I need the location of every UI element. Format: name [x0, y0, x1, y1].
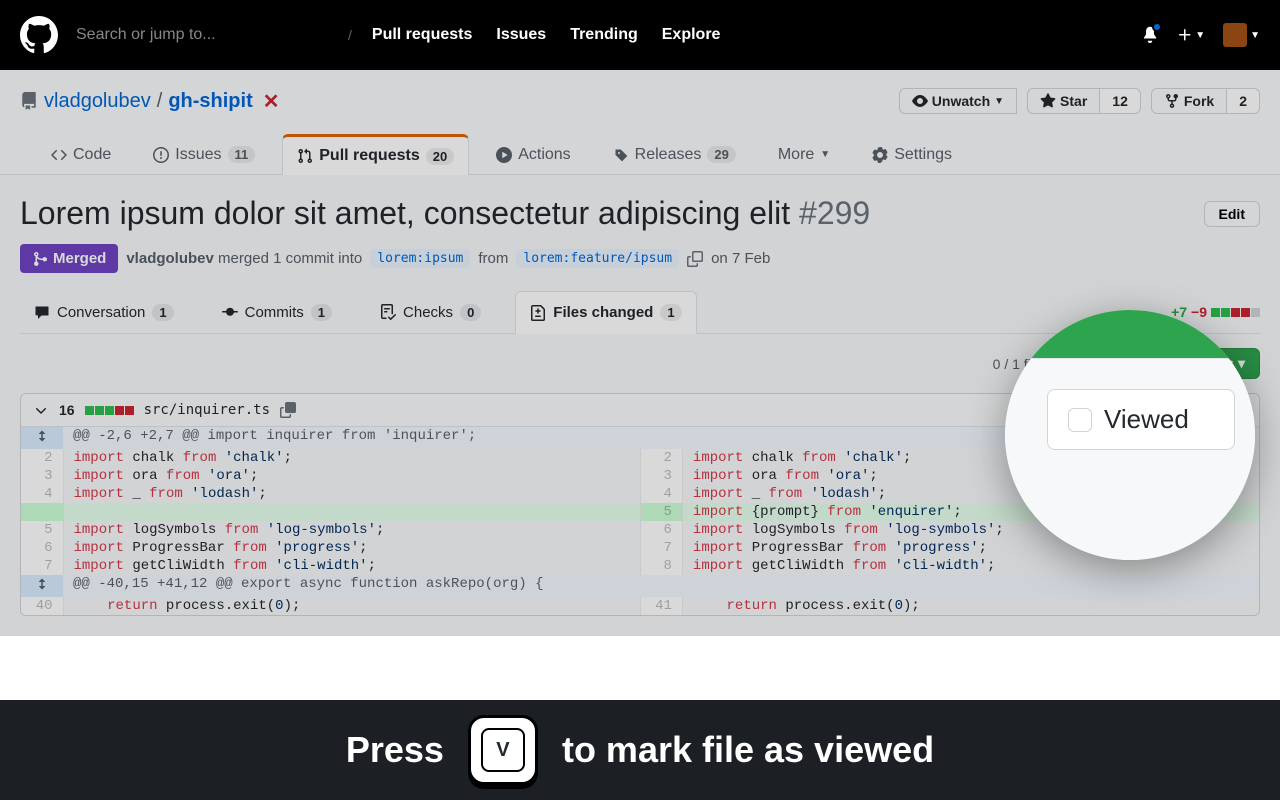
chevron-down-icon[interactable] [33, 402, 49, 418]
tab-releases[interactable]: Releases29 [598, 134, 751, 174]
repo-icon [20, 92, 38, 110]
tab-pull-requests[interactable]: Pull requests20 [282, 134, 469, 175]
repo-owner-link[interactable]: vladgolubev [44, 90, 151, 113]
user-menu[interactable]: ▼ [1223, 23, 1260, 47]
viewed-checkbox[interactable] [1068, 408, 1092, 432]
star-icon [1040, 93, 1056, 109]
head-branch[interactable]: lorem:feature/ipsum [516, 249, 679, 268]
copy-icon[interactable] [687, 251, 703, 267]
notifications-button[interactable] [1141, 25, 1159, 46]
notification-dot-icon [1152, 22, 1162, 32]
nav-links: Pull requests Issues Trending Explore [372, 26, 721, 44]
file-line-count: 16 [59, 402, 75, 418]
search-slash-hint: / [348, 27, 352, 43]
pr-tab-commits[interactable]: Commits1 [208, 291, 346, 333]
pr-author[interactable]: vladgolubev [126, 250, 214, 267]
expand-icon[interactable] [34, 578, 50, 594]
pr-tab-conversation[interactable]: Conversation1 [20, 291, 188, 333]
commit-icon [222, 304, 238, 320]
fork-icon [1164, 93, 1180, 109]
fork-count[interactable]: 2 [1227, 88, 1260, 114]
expand-icon[interactable] [34, 430, 50, 446]
tab-code[interactable]: Code [36, 134, 126, 174]
magnifier-callout: Viewed [1005, 310, 1255, 560]
nav-issues[interactable]: Issues [496, 26, 546, 44]
keycap-v: V [468, 715, 538, 785]
pr-tab-files[interactable]: Files changed1 [515, 291, 696, 334]
base-branch[interactable]: lorem:ipsum [370, 249, 470, 268]
pull-request-icon [297, 148, 313, 164]
code-icon [51, 147, 67, 163]
viewed-checkbox-panel[interactable]: Viewed [1047, 389, 1235, 450]
avatar [1223, 23, 1247, 47]
merged-badge: Merged [20, 244, 118, 273]
comment-icon [34, 304, 50, 320]
eye-icon [912, 93, 928, 109]
repo-header: vladgolubev / gh-shipit ✕ Unwatch ▼ Star [0, 70, 1280, 175]
tab-more[interactable]: More▼ [763, 134, 845, 174]
global-header: / Pull requests Issues Trending Explore … [0, 0, 1280, 70]
pr-title: Lorem ipsum dolor sit amet, consectetur … [20, 195, 870, 232]
tag-icon [613, 147, 629, 163]
nav-explore[interactable]: Explore [662, 26, 721, 44]
issue-icon [153, 147, 169, 163]
repo-name-link[interactable]: gh-shipit [168, 90, 252, 113]
instruction-banner: Press V to mark file as viewed [0, 700, 1280, 800]
play-icon [496, 147, 512, 163]
merge-icon [32, 251, 48, 267]
fork-button[interactable]: Fork [1151, 88, 1227, 114]
search-input[interactable] [68, 21, 328, 49]
star-button[interactable]: Star [1027, 88, 1100, 114]
file-diff-icon [530, 305, 546, 321]
tab-settings[interactable]: Settings [857, 134, 967, 174]
hunk-header: @@ -40,15 +41,12 @@ export async functio… [63, 575, 1259, 597]
checklist-icon [380, 304, 396, 320]
pr-tab-checks[interactable]: Checks0 [366, 291, 495, 333]
plus-icon [1177, 27, 1193, 43]
edit-button[interactable]: Edit [1204, 201, 1260, 227]
nav-pulls[interactable]: Pull requests [372, 26, 472, 44]
file-diff-blocks [85, 406, 134, 415]
copy-icon[interactable] [280, 402, 296, 418]
create-new-button[interactable]: ▼ [1177, 27, 1205, 43]
tab-actions[interactable]: Actions [481, 134, 585, 174]
github-logo-icon[interactable] [20, 16, 58, 54]
viewed-label: Viewed [1104, 404, 1189, 435]
nav-trending[interactable]: Trending [570, 26, 638, 44]
unwatch-button[interactable]: Unwatch ▼ [899, 88, 1017, 114]
close-icon: ✕ [263, 89, 280, 114]
star-count[interactable]: 12 [1100, 88, 1141, 114]
tab-issues[interactable]: Issues11 [138, 134, 270, 174]
file-path[interactable]: src/inquirer.ts [144, 402, 270, 418]
gear-icon [872, 147, 888, 163]
